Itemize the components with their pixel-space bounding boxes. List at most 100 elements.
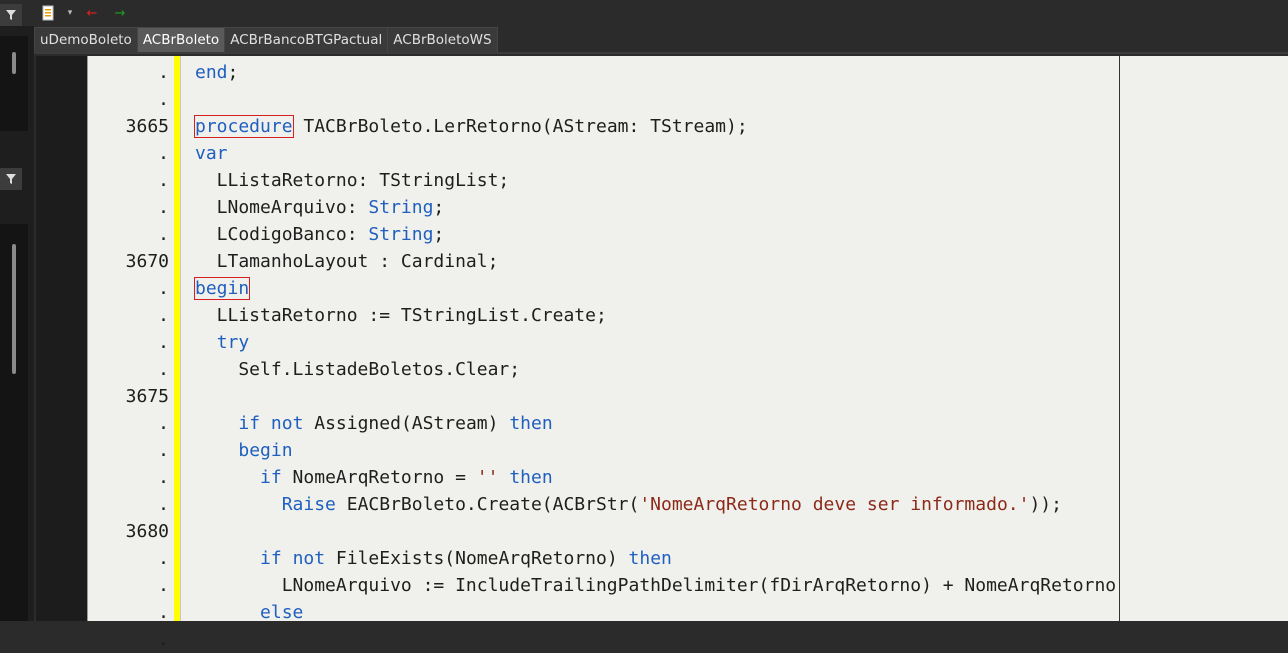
tab-udemoboleto[interactable]: uDemoBoleto [34,27,138,52]
code-line[interactable]: LTamanhoLayout : Cardinal; [195,248,499,275]
code-token: LListaRetorno: TStringList; [195,170,510,191]
keyword-token: String [368,224,434,245]
code-editor[interactable]: .. 3665.... 3670.... 3675.... 3680.... end; p… [36,56,1288,650]
code-line[interactable]: if not Assigned(AStream) then [195,410,553,437]
keyword-token: try [216,332,250,353]
line-number: 3680 [125,521,169,542]
keyword-token: else [260,602,304,623]
code-line[interactable]: LListaRetorno: TStringList; [195,167,510,194]
keyword-token: String [368,197,434,218]
code-token: Self.ListadeBoletos.Clear; [195,359,521,380]
line-number: . [158,413,169,434]
scrollbar-thumb[interactable] [12,244,16,374]
chevron-down-icon[interactable]: ▾ [64,3,76,23]
code-line[interactable]: var [195,140,228,167]
line-number-gutter: .. 3665.... 3670.... 3675.... 3680.... [87,56,175,650]
code-token: LListaRetorno := TStringList.Create; [195,305,607,326]
keyword-token: var [195,143,228,164]
toolbar: ▾ ← → [0,0,1288,26]
line-number: . [158,467,169,488]
code-token: TACBrBoleto.LerRetorno(AStream: TStream)… [292,116,748,137]
tab-acbrboleto[interactable]: ACBrBoleto [136,27,226,52]
line-number: . [158,548,169,569]
keyword-token: then [509,413,553,434]
code-token: ; [433,224,445,245]
filter-icon[interactable] [0,168,22,190]
code-line[interactable]: LNomeArquivo: String; [195,194,445,221]
line-number: . [158,332,169,353]
code-area[interactable]: end; procedure TACBrBoleto.LerRetorno(ASt… [181,56,1288,623]
code-token: ; [433,197,445,218]
code-token: FileExists(NomeArqRetorno) [325,548,629,569]
code-line[interactable]: Self.ListadeBoletos.Clear; [195,356,520,383]
left-panel [0,4,34,621]
panel-list-top [0,36,28,131]
code-line[interactable]: try [195,329,250,356]
line-number: 3675 [125,386,169,407]
editor-tabs: uDemoBoleto ACBrBoleto ACBrBancoBTGPactual… [34,27,498,52]
code-token: LTamanhoLayout : Cardinal; [195,251,499,272]
keyword-token: begin [238,440,293,461]
line-number: . [158,305,169,326]
keyword-token: if [260,467,282,488]
line-number: 3665 [125,116,169,137]
keyword-token: then [509,467,553,488]
line-number: . [158,278,169,299]
code-line[interactable]: else [195,599,303,626]
code-line[interactable]: LListaRetorno := TStringList.Create; [195,302,607,329]
line-number: . [158,62,169,83]
code-line[interactable]: Raise EACBrBoleto.Create(ACBrStr('NomeAr… [195,491,1062,518]
modified-lines-bar [174,56,181,621]
code-token: NomeArqRetorno = [281,467,477,488]
right-margin-line [1119,56,1120,621]
back-arrow-icon[interactable]: ← [84,3,100,23]
line-number: . [158,143,169,164]
code-line[interactable]: LCodigoBanco: String; [195,221,445,248]
keyword-token: Raise [281,494,336,515]
string-token: 'NomeArqRetorno deve ser informado.' [639,494,1030,515]
code-line[interactable]: begin [195,437,293,464]
code-token: LNomeArquivo: [195,197,369,218]
scrollbar-thumb[interactable] [12,52,16,74]
code-token: ; [227,62,239,83]
code-line[interactable]: if not FileExists(NomeArqRetorno) then [195,545,672,572]
keyword-token: if [238,413,261,434]
line-number: . [158,494,169,515]
filter-icon[interactable] [0,4,22,26]
code-line[interactable]: end; [195,59,238,86]
line-number: . [158,170,169,191]
tab-acbrboletows[interactable]: ACBrBoletoWS [387,27,498,52]
line-number: . [158,575,169,596]
keyword-token: then [628,548,672,569]
line-number: . [158,89,169,110]
code-line[interactable]: if NomeArqRetorno = '' then [195,464,553,491]
line-number: 3670 [125,251,169,272]
line-number: . [158,629,169,650]
line-number: . [158,440,169,461]
code-token: Assigned(AStream) [303,413,510,434]
line-number: . [158,197,169,218]
keyword-token: not [270,413,304,434]
forward-arrow-icon[interactable]: → [112,3,128,23]
code-line[interactable]: begin [193,275,251,302]
tab-divider [34,52,1288,54]
code-token: LCodigoBanco: [195,224,369,245]
keyword-token: begin [193,277,251,300]
keyword-token: not [292,548,326,569]
code-token: LNomeArquivo := IncludeTrailingPathDelim… [195,575,1117,596]
code-line[interactable]: procedure TACBrBoleto.LerRetorno(AStream… [194,113,748,140]
code-line[interactable]: LNomeArquivo := IncludeTrailingPathDelim… [195,572,1116,599]
document-dropdown-icon[interactable] [40,3,56,23]
keyword-token: end [195,62,228,83]
tab-acbrbancobtgpactual[interactable]: ACBrBancoBTGPactual [224,27,389,52]
string-token: '' [476,467,499,488]
gutter-margin [36,56,87,621]
